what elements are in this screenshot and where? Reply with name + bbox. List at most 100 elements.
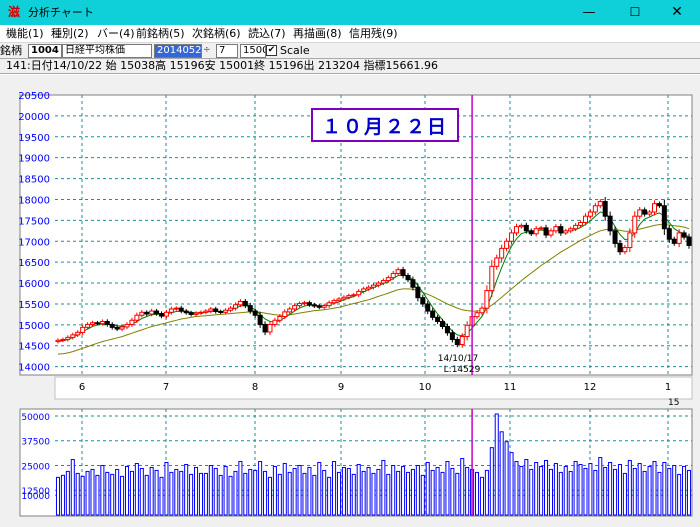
price-tick-label: 14500 [18,342,50,353]
candle-up [237,300,243,306]
price-tick-label: 20500 [18,91,50,102]
candle-up [553,226,559,232]
candle-up [292,305,298,310]
price-tick-label: 18000 [18,195,50,206]
price-tick-label: 19000 [18,154,50,165]
scale-checkbox[interactable]: ✔ [266,45,277,56]
candle-up [168,308,174,313]
candle-up [336,298,342,302]
menu-redraw[interactable]: 再描画(8) [293,27,342,40]
stock-name-field[interactable]: 日経平均株価 [62,44,152,58]
candle-down [528,230,534,235]
volume-bar [519,465,524,516]
quote-info-bar: 141:日付14/10/22 始 15038高 15196安 15001終 15… [0,58,700,74]
title-bar: 滋 分析チャート — ☐ ✕ [0,0,700,25]
volume-bar [544,460,549,516]
volume-bar [169,471,174,516]
candle-up [129,319,135,325]
candle-up [173,307,179,310]
menu-margin-balance[interactable]: 信用残(9) [349,27,398,40]
volume-bar [327,476,332,516]
candle-down [257,314,263,325]
candle-up [267,323,273,333]
volume-bar [652,461,657,516]
volume-bar [622,472,627,516]
volume-bar [277,473,282,516]
volume-bar [258,461,263,516]
candle-down [410,279,416,288]
volume-tick-label: 10000 [21,492,50,502]
volume-tick-label: 37500 [21,438,50,448]
candle-up [518,224,524,228]
volume-bar [70,459,75,516]
candle-down [449,332,455,340]
date-field[interactable]: 20140528 [154,44,202,58]
candle-down [104,321,110,325]
candle-up [592,205,598,213]
candle-up [60,338,66,341]
volume-tick-label: 25000 [21,462,50,472]
candle-up [489,265,495,292]
candle-up [484,290,490,309]
volume-bar [60,474,65,516]
candle-up [651,203,657,213]
price-tick-label: 20000 [18,112,50,123]
menu-previous-stock[interactable]: 前銘柄(5) [136,27,185,40]
candle-up [287,308,293,313]
month-label: 8 [252,382,258,393]
candle-down [213,308,219,312]
candle-up [70,334,76,338]
volume-bar [129,470,134,516]
menu-bar: 機能(1) 種別(2) バー(4) 前銘柄(5) 次銘柄(6) 読込(7) 再描… [0,25,700,42]
candle-up [637,209,643,217]
candle-up [326,302,332,307]
candle-down [420,297,426,305]
candle-up [228,307,234,311]
year-label: 15 [668,398,679,408]
volume-bar [149,466,154,516]
date-spinner-icon[interactable]: ÷ [203,45,211,55]
stock-code-field[interactable]: 1004 [28,44,62,58]
volume-bar [598,457,603,516]
volume-bar [415,464,420,516]
date-annotation-text: １０月２２日 [322,116,448,138]
days-field[interactable]: 7 [216,44,238,58]
candle-up [573,224,579,230]
volume-bar [686,469,692,516]
candle-down [159,313,165,317]
minimize-button[interactable]: — [566,0,612,25]
stock-label: 銘柄 [0,44,22,57]
volume-bar [287,471,292,516]
close-button[interactable]: ✕ [654,0,700,25]
candle-up [55,339,61,343]
candle-down [671,238,677,244]
volume-bar [144,474,149,516]
price-tick-label: 17500 [18,216,50,227]
menu-function[interactable]: 機能(1) [6,27,44,40]
candle-up [499,247,505,259]
candle-up [341,296,347,300]
volume-bar [667,467,672,516]
candle-up [538,227,544,230]
volume-bar [445,461,450,516]
candle-down [440,321,446,328]
candle-up [149,310,155,315]
count-field[interactable]: 1500 [240,44,266,58]
menu-next-stock[interactable]: 次銘柄(6) [192,27,241,40]
menu-bar-option[interactable]: バー(4) [97,27,135,40]
volume-bar [243,472,248,516]
volume-bar [194,466,199,516]
candle-down [400,269,406,277]
volume-bar [115,468,120,516]
candle-up [548,230,554,236]
toolbar: 銘柄 1004 日経平均株価 20140528 ÷ 7 1500 ✔ Scale [0,42,700,58]
maximize-button[interactable]: ☐ [612,0,658,25]
price-chart[interactable]: 20500 20000 19500 19000 18500 18000 17500 17000… [0,75,700,527]
price-tick-label: 16000 [18,279,50,290]
menu-load[interactable]: 読込(7) [248,27,286,40]
menu-type[interactable]: 種別(2) [51,27,89,40]
candle-down [252,310,258,316]
candle-down [543,227,549,236]
volume-bar [361,470,366,516]
candle-down [247,305,253,312]
